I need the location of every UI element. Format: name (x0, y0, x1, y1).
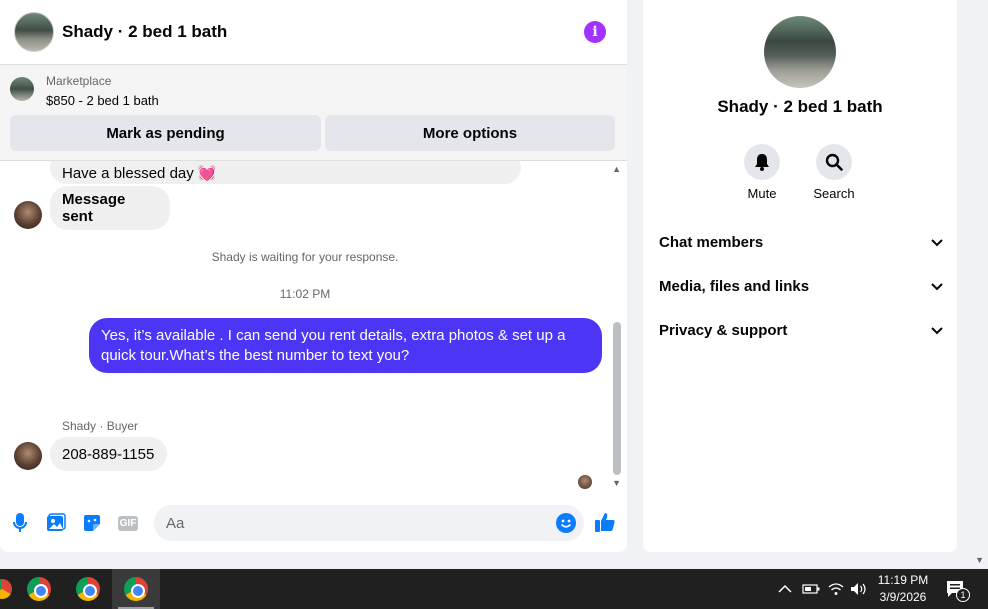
section-chat-members[interactable]: Chat members (659, 230, 943, 254)
chrome-icon (27, 577, 51, 601)
thumbs-up-icon[interactable] (594, 511, 616, 533)
section-media-files-links[interactable]: Media, files and links (659, 274, 943, 298)
mark-as-pending-button[interactable]: Mark as pending (10, 115, 321, 151)
system-clock[interactable]: 11:19 PM 3/9/2026 (868, 572, 938, 606)
message-text: Yes, it’s available . I can send you ren… (101, 327, 566, 364)
marketplace-listing-bar: Marketplace $850 - 2 bed 1 bath Mark as … (0, 65, 627, 161)
notification-center-icon[interactable]: 1 (946, 569, 970, 609)
clock-date: 3/9/2026 (879, 590, 927, 604)
microphone-icon[interactable] (9, 512, 31, 534)
message-bubble-incoming[interactable]: 208-889-1155 (50, 437, 167, 471)
message-input[interactable] (154, 505, 534, 541)
search-button[interactable]: Search (804, 144, 864, 201)
listing-thumbnail[interactable] (10, 77, 34, 101)
listing-summary[interactable]: $850 - 2 bed 1 bath (46, 93, 159, 108)
mute-button[interactable]: Mute (732, 144, 792, 201)
taskbar: 11:19 PM 3/9/2026 1 (0, 569, 988, 609)
wifi-icon[interactable] (828, 569, 844, 609)
photo-icon[interactable] (45, 512, 67, 534)
clock-time: 11:19 PM (877, 573, 929, 587)
message-text: 208-889-1155 (62, 445, 155, 463)
message-text: Have a blessed day 💓 (62, 164, 217, 182)
message-text: Message sent (62, 191, 126, 225)
sender-avatar[interactable] (14, 201, 42, 229)
conversation-title[interactable]: Shady · 2 bed 1 bath (62, 22, 227, 42)
chevron-up-icon[interactable] (778, 569, 792, 609)
battery-icon[interactable] (802, 569, 820, 609)
conversation-avatar[interactable] (14, 12, 54, 52)
message-bubble-outgoing[interactable]: Yes, it’s available . I can send you ren… (89, 318, 602, 373)
message-composer: GIF (0, 503, 627, 543)
search-icon (816, 144, 852, 180)
emoji-icon[interactable] (556, 513, 576, 533)
bell-icon (744, 144, 780, 180)
section-label: Media, files and links (659, 277, 810, 295)
chat-header: Shady · 2 bed 1 bath i (0, 0, 627, 65)
scroll-down-arrow[interactable]: ▼ (612, 478, 621, 488)
chrome-icon (76, 577, 100, 601)
app-icon-partial[interactable] (0, 579, 12, 599)
taskbar-chrome-2[interactable] (64, 569, 112, 609)
notification-count-badge: 1 (956, 588, 970, 602)
message-bubble-incoming[interactable]: Message sent (50, 186, 170, 230)
waiting-notice: Shady is waiting for your response. (211, 250, 399, 264)
message-input-wrapper (154, 505, 584, 541)
chevron-down-icon (931, 322, 943, 339)
message-timestamp: 11:02 PM (279, 287, 331, 301)
section-label: Privacy & support (659, 321, 788, 339)
page-scroll-down-arrow[interactable]: ▼ (975, 555, 984, 565)
profile-avatar[interactable] (764, 16, 836, 88)
taskbar-chrome-3[interactable] (112, 569, 160, 609)
volume-icon[interactable] (850, 569, 868, 609)
mute-label: Mute (747, 186, 777, 201)
chrome-icon (124, 577, 148, 601)
section-privacy-support[interactable]: Privacy & support (659, 318, 943, 342)
read-receipt-avatar (578, 475, 592, 489)
message-bubble-incoming[interactable]: Have a blessed day 💓 (50, 161, 521, 184)
sticker-icon[interactable] (81, 512, 103, 534)
conversation-details-panel: Shady · 2 bed 1 bath Mute Search Chat me… (643, 0, 957, 552)
section-label: Chat members (659, 233, 764, 251)
message-list: Have a blessed day 💓 Message sent Shady … (0, 161, 627, 491)
chat-panel: Shady · 2 bed 1 bath i Marketplace $850 … (0, 0, 627, 552)
marketplace-label: Marketplace (46, 74, 112, 88)
taskbar-chrome-1[interactable] (15, 569, 63, 609)
gif-icon[interactable]: GIF (117, 512, 139, 534)
more-options-button[interactable]: More options (325, 115, 615, 151)
scrollbar-thumb[interactable] (613, 322, 621, 475)
chevron-down-icon (931, 234, 943, 251)
chevron-down-icon (931, 278, 943, 295)
search-label: Search (813, 186, 855, 201)
sender-avatar[interactable] (14, 442, 42, 470)
profile-title: Shady · 2 bed 1 bath (717, 97, 883, 116)
scroll-up-arrow[interactable]: ▲ (612, 164, 621, 174)
sender-label: Shady · Buyer (62, 419, 139, 433)
info-icon[interactable]: i (584, 21, 606, 43)
